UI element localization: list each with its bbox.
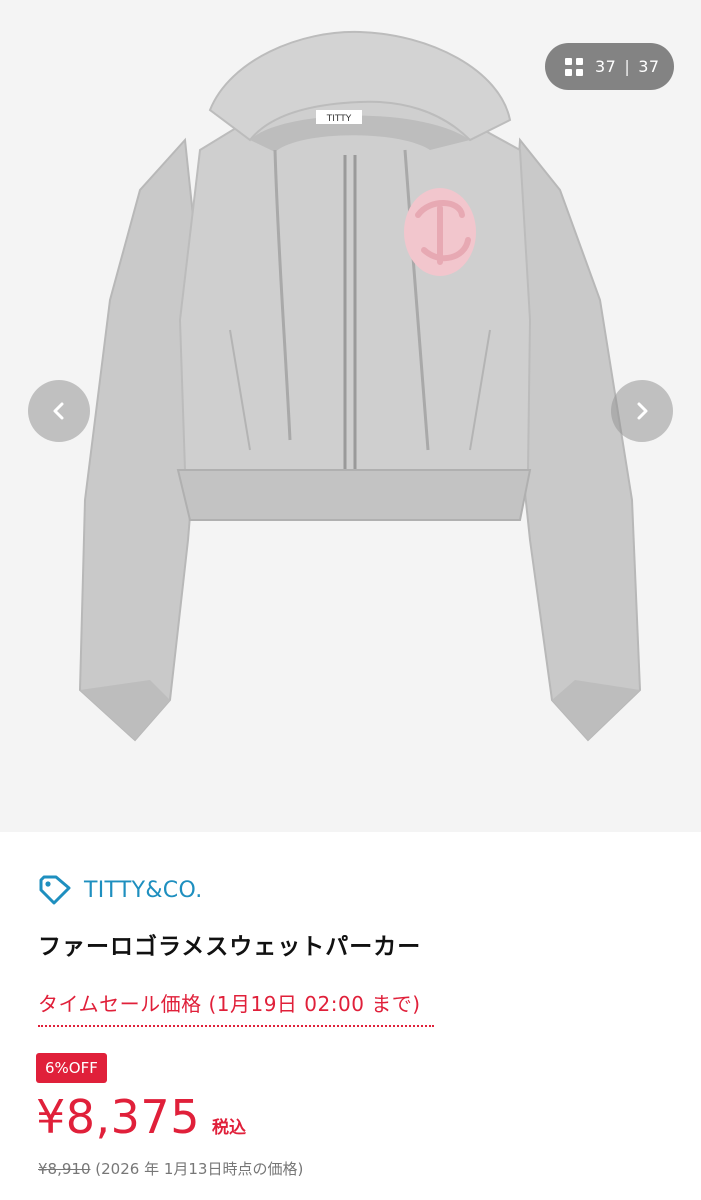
image-counter[interactable]: 37 | 37 — [545, 43, 674, 90]
price-row: ¥8,375 税込 — [36, 1090, 246, 1144]
image-counter-separator: | — [624, 57, 631, 76]
next-image-button[interactable] — [611, 380, 673, 442]
previous-image-button[interactable] — [28, 380, 90, 442]
time-sale-notice: タイムセール価格 (1月19日 02:00 まで) — [38, 988, 434, 1027]
original-price: ¥8,910 — [38, 1160, 91, 1178]
image-counter-total: 37 — [638, 57, 660, 76]
brand-link[interactable]: TITTY&CO. — [38, 872, 203, 908]
chevron-left-icon — [53, 402, 64, 420]
chevron-right-icon — [637, 402, 648, 420]
brand-name: TITTY&CO. — [84, 877, 203, 903]
grid-icon — [565, 57, 583, 76]
tax-included-label: 税込 — [211, 1118, 246, 1138]
tag-icon — [39, 875, 71, 905]
original-price-row: ¥8,910 (2026 年 1月13日時点の価格) — [38, 1158, 303, 1179]
discount-badge: 6%OFF — [36, 1053, 107, 1083]
garment-label-text: TITTY — [326, 114, 352, 124]
product-title: ファーロゴラメスウェットパーカー — [38, 934, 422, 960]
product-photo: TITTY — [0, 0, 701, 832]
sale-price: ¥8,375 — [36, 1090, 200, 1144]
product-image-gallery[interactable]: TITTY 37 | 37 — [0, 0, 701, 832]
original-price-note: (2026 年 1月13日時点の価格) — [95, 1160, 304, 1178]
image-counter-current: 37 — [595, 57, 617, 76]
